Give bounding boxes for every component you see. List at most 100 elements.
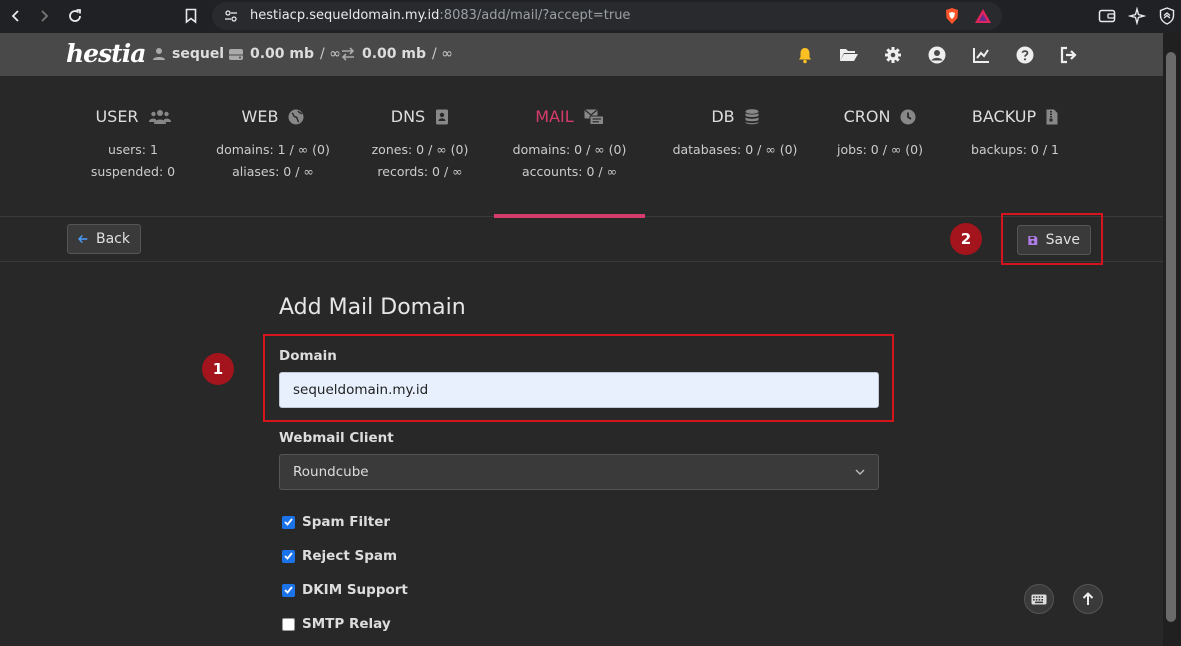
leo-ai-icon[interactable] — [1125, 4, 1149, 28]
scroll-top-button[interactable] — [1073, 584, 1103, 614]
bookmark-icon[interactable] — [179, 4, 203, 28]
keyboard-icon — [1031, 594, 1047, 604]
tab-stat-line1: jobs: 0 / ∞ (0) — [837, 142, 923, 157]
tab-stat-line2: suspended: 0 — [90, 164, 176, 179]
spam-filter-checkbox[interactable] — [282, 515, 295, 529]
tab-label: WEB — [241, 107, 279, 126]
disk-value: 0.00 mb — [250, 46, 315, 62]
webmail-label: Webmail Client — [279, 430, 394, 446]
tab-stat-line1: backups: 0 / 1 — [971, 142, 1059, 157]
tab-label: USER — [95, 107, 139, 126]
vpn-shield-icon[interactable] — [1155, 4, 1179, 28]
smtp-relay-checkbox[interactable] — [282, 617, 295, 631]
spam-filter-label: Spam Filter — [302, 514, 391, 530]
folder-open-icon[interactable] — [837, 43, 861, 67]
back-label: Back — [96, 231, 130, 247]
brave-rewards-icon[interactable] — [971, 4, 995, 28]
reject-spam-label: Reject Spam — [302, 548, 398, 564]
tab-label: BACKUP — [971, 107, 1037, 126]
arrow-up-icon — [1082, 592, 1094, 605]
user-stat[interactable]: sequel — [152, 46, 224, 62]
address-book-icon — [436, 109, 449, 124]
wallet-icon[interactable] — [1095, 4, 1119, 28]
reject-spam-checkbox[interactable] — [282, 549, 295, 563]
dkim-support-option[interactable]: DKIM Support — [282, 582, 408, 598]
domain-input[interactable]: sequeldomain.my.id — [279, 372, 879, 408]
bandwidth-stat: 0.00 mb / ∞ — [340, 46, 453, 62]
domain-label: Domain — [279, 348, 337, 364]
tab-label: DNS — [390, 107, 426, 126]
tab-user[interactable]: USER users: 1 suspended: 0 — [78, 76, 188, 217]
hard-drive-icon — [229, 48, 243, 60]
webmail-value: Roundcube — [293, 464, 369, 480]
dkim-support-checkbox[interactable] — [282, 583, 295, 597]
back-arrow-icon[interactable] — [4, 4, 28, 28]
annotation-badge-1: 1 — [202, 353, 234, 385]
keyboard-shortcuts-button[interactable] — [1024, 584, 1054, 614]
user-circle-icon[interactable] — [925, 43, 949, 67]
back-button[interactable]: Back — [67, 224, 141, 254]
smtp-relay-option[interactable]: SMTP Relay — [282, 616, 391, 632]
chevron-down-icon — [855, 469, 865, 475]
file-archive-icon — [1046, 109, 1058, 124]
bandwidth-value: 0.00 mb — [362, 46, 427, 62]
exchange-icon — [341, 47, 355, 61]
domain-value: sequeldomain.my.id — [293, 382, 429, 398]
reject-spam-option[interactable]: Reject Spam — [282, 548, 397, 564]
annotation-badge-2: 2 — [950, 223, 982, 255]
url-path: :8083/add/mail/?accept=true — [439, 8, 631, 23]
brave-shields-icon[interactable] — [940, 4, 964, 28]
stats-tabs: USER users: 1 suspended: 0 WEB domains: … — [0, 76, 1163, 218]
webmail-select[interactable]: Roundcube — [279, 454, 879, 490]
url-text: hestiacp.sequeldomain.my.id:8083/add/mai… — [250, 8, 630, 23]
tab-web[interactable]: WEB domains: 1 / ∞ (0) aliases: 0 / ∞ — [213, 76, 333, 217]
tab-dns[interactable]: DNS zones: 0 / ∞ (0) records: 0 / ∞ — [365, 76, 475, 217]
disk-unit: / ∞ — [320, 46, 341, 62]
dkim-support-label: DKIM Support — [302, 582, 408, 598]
tab-stat-line1: zones: 0 / ∞ (0) — [371, 142, 469, 157]
reload-icon[interactable] — [63, 4, 87, 28]
tab-label: DB — [711, 107, 735, 126]
arrow-left-icon — [78, 234, 88, 244]
tab-label: CRON — [843, 107, 891, 126]
disk-stat: 0.00 mb / ∞ — [228, 46, 341, 62]
tab-label: MAIL — [535, 107, 574, 126]
tab-db[interactable]: DB databases: 0 / ∞ (0) — [670, 76, 800, 217]
bell-icon[interactable] — [793, 43, 817, 67]
action-toolbar: Back Save — [0, 218, 1163, 262]
tab-mail[interactable]: MAIL domains: 0 / ∞ (0) accounts: 0 / ∞ — [494, 76, 645, 218]
hestia-topbar: hestia sequel 0.00 mb / ∞ 0.00 mb / ∞ — [0, 33, 1163, 76]
spam-filter-option[interactable]: Spam Filter — [282, 514, 390, 530]
question-circle-icon[interactable] — [1013, 43, 1037, 67]
chart-line-icon[interactable] — [969, 43, 993, 67]
hestia-logo[interactable]: hestia — [66, 39, 146, 68]
address-bar[interactable]: hestiacp.sequeldomain.my.id:8083/add/mai… — [212, 2, 1002, 30]
username: sequel — [172, 46, 225, 62]
globe-icon — [288, 109, 304, 124]
save-highlight-box — [1001, 213, 1103, 265]
url-host: hestiacp.sequeldomain.my.id — [250, 8, 440, 23]
browser-toolbar: hestiacp.sequeldomain.my.id:8083/add/mai… — [0, 0, 1181, 33]
tab-cron[interactable]: CRON jobs: 0 / ∞ (0) — [820, 76, 940, 217]
tab-stat-line1: databases: 0 / ∞ (0) — [672, 142, 798, 157]
user-icon — [153, 48, 165, 60]
forward-arrow-icon[interactable] — [32, 4, 56, 28]
database-icon — [745, 108, 759, 124]
clock-icon — [900, 109, 916, 124]
tab-backup[interactable]: BACKUP backups: 0 / 1 — [960, 76, 1070, 217]
mail-icon — [584, 109, 604, 125]
tab-stat-line1: domains: 1 / ∞ (0) — [216, 142, 330, 157]
gear-icon[interactable] — [881, 43, 905, 67]
page-title: Add Mail Domain — [279, 295, 466, 320]
bandwidth-unit: / ∞ — [432, 46, 453, 62]
tab-stat-line2: records: 0 / ∞ — [377, 164, 463, 179]
smtp-relay-label: SMTP Relay — [302, 616, 391, 632]
sign-out-icon[interactable] — [1057, 43, 1081, 67]
scrollbar-thumb[interactable] — [1166, 52, 1176, 622]
users-icon — [148, 109, 171, 124]
tab-stat-line2: accounts: 0 / ∞ — [521, 164, 618, 179]
site-settings-icon[interactable] — [224, 9, 238, 23]
tab-stat-line1: users: 1 — [108, 142, 158, 157]
tab-stat-line1: domains: 0 / ∞ (0) — [512, 142, 627, 157]
tab-stat-line2: aliases: 0 / ∞ — [232, 164, 314, 179]
